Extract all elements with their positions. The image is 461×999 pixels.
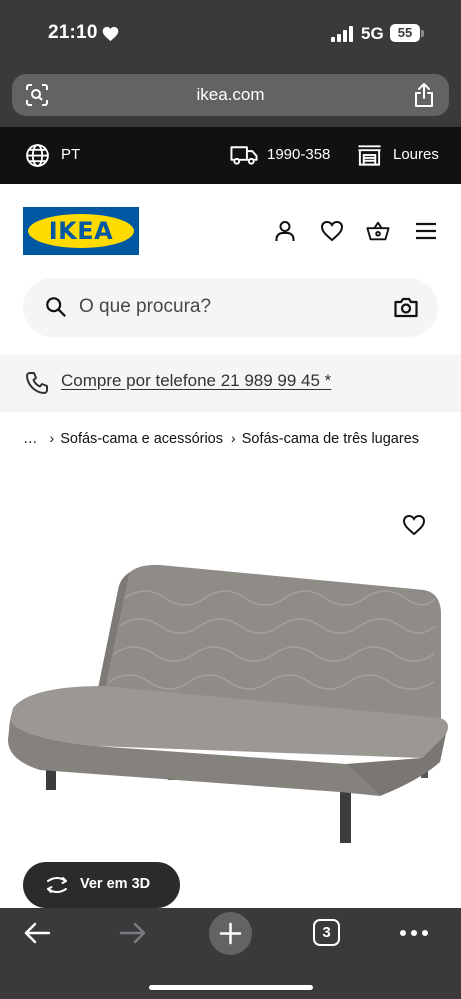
- search-bar[interactable]: O que procura?: [23, 278, 438, 337]
- store-name[interactable]: Loures: [393, 146, 439, 163]
- address-bar[interactable]: ikea.com: [12, 74, 449, 116]
- more-options-icon[interactable]: [399, 929, 429, 937]
- postal-code[interactable]: 1990-358: [267, 146, 330, 163]
- tab-switcher-button[interactable]: 3: [313, 919, 340, 946]
- back-arrow-icon[interactable]: [23, 921, 51, 945]
- visual-search-camera-icon[interactable]: [394, 296, 418, 318]
- browser-bottom-toolbar: 3: [0, 908, 461, 999]
- search-icon[interactable]: [45, 296, 67, 318]
- heart-icon: [102, 26, 119, 42]
- search-input[interactable]: O que procura?: [79, 296, 211, 318]
- browser-top-chrome: 21:10 5G 55 ikea.com: [0, 0, 461, 127]
- logo-text: IKEA: [48, 217, 114, 245]
- shopping-basket-icon[interactable]: [366, 219, 390, 243]
- forward-arrow-icon[interactable]: [119, 921, 147, 945]
- add-to-favourites-icon[interactable]: [402, 514, 426, 536]
- phone-icon: [26, 372, 48, 394]
- breadcrumb-ellipsis[interactable]: …: [23, 431, 38, 447]
- status-bar: 21:10 5G 55: [0, 0, 461, 68]
- battery-tip: [421, 30, 424, 37]
- breadcrumb-item-three-seat-sofa-beds[interactable]: Sofás-cama de três lugares: [242, 431, 419, 447]
- view-in-3d-button[interactable]: Ver em 3D: [23, 862, 180, 908]
- view-in-3d-label: Ver em 3D: [80, 876, 151, 892]
- rotate-3d-icon: [47, 877, 67, 893]
- plus-icon: [219, 922, 242, 945]
- globe-icon[interactable]: [25, 143, 50, 168]
- share-icon[interactable]: [413, 82, 435, 108]
- product-image-sofa-bed[interactable]: [0, 560, 461, 860]
- phone-order-link[interactable]: Compre por telefone 21 989 99 45 *: [61, 371, 331, 391]
- breadcrumb-item-sofa-beds-accessories[interactable]: Sofás-cama e acessórios: [60, 431, 223, 447]
- network-type: 5G: [361, 24, 384, 43]
- url-text[interactable]: ikea.com: [12, 74, 449, 116]
- chevron-right-icon: ›: [49, 430, 55, 446]
- delivery-truck-icon[interactable]: [230, 144, 259, 166]
- battery-icon: 55: [390, 24, 420, 42]
- language-selector[interactable]: PT: [61, 146, 80, 163]
- signal-icon: [331, 26, 355, 42]
- phone-order-bar: Compre por telefone 21 989 99 45 *: [0, 355, 461, 412]
- favourites-icon[interactable]: [320, 219, 344, 243]
- store-icon[interactable]: [357, 144, 382, 166]
- home-indicator: [149, 985, 313, 990]
- menu-icon[interactable]: [414, 219, 438, 243]
- chevron-right-icon: ›: [231, 430, 236, 446]
- ikea-logo[interactable]: IKEA: [23, 207, 139, 255]
- user-icon[interactable]: [273, 219, 297, 243]
- utility-bar: PT 1990-358 Loures: [0, 127, 461, 184]
- breadcrumb: … › Sofás-cama e acessórios › Sofás-cama d…: [23, 430, 419, 447]
- new-tab-button[interactable]: [209, 912, 252, 955]
- status-time: 21:10: [48, 22, 98, 43]
